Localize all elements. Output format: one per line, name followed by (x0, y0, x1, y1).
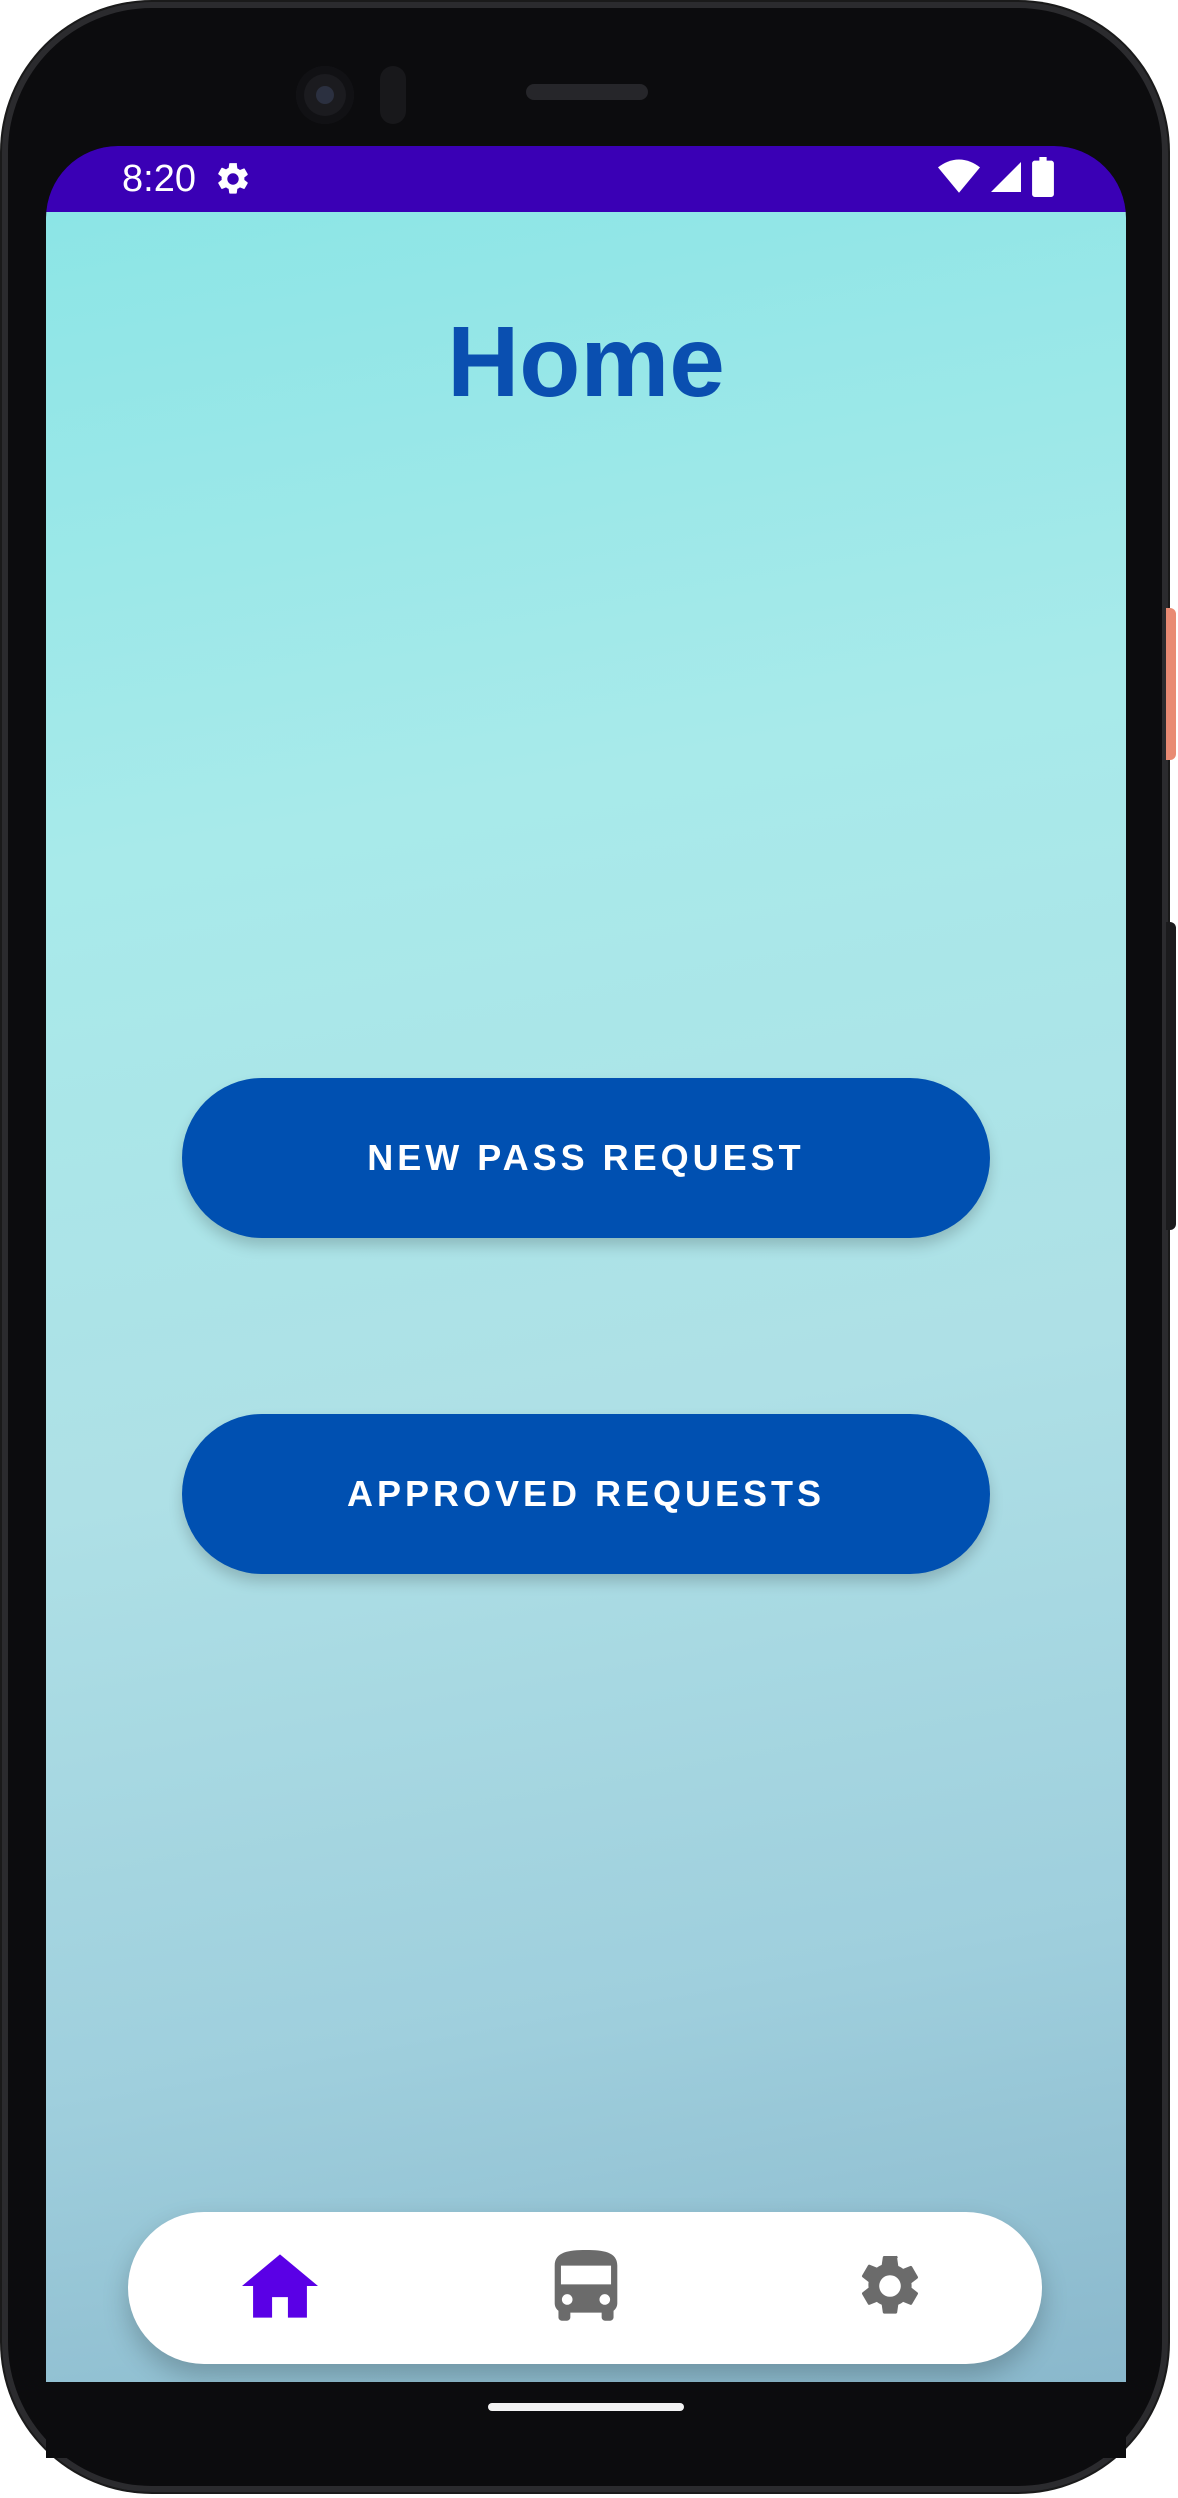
status-time: 8:20 (122, 158, 196, 200)
cell-signal-icon (988, 159, 1024, 200)
bus-icon (554, 2249, 618, 2327)
status-icons (938, 156, 1054, 202)
approved-requests-button[interactable]: APPROVED REQUESTS (182, 1414, 990, 1574)
new-pass-request-button[interactable]: NEW PASS REQUEST (182, 1078, 990, 1238)
proximity-sensor (380, 66, 406, 124)
nav-settings[interactable] (852, 2250, 928, 2326)
status-bar: 8:20 (46, 146, 1126, 212)
screen: 8:20 Home NEW PASS REQUEST APPROVED REQU… (46, 146, 1126, 2382)
home-gesture-handle[interactable] (488, 2403, 684, 2411)
bottom-navigation (128, 2212, 1042, 2364)
system-navigation-bar (46, 2382, 1126, 2458)
volume-rocker (1166, 922, 1176, 1230)
gear-icon (214, 160, 252, 198)
home-icon (242, 2253, 318, 2323)
page-title: Home (447, 306, 725, 418)
settings-icon (854, 2250, 926, 2327)
home-screen: Home NEW PASS REQUEST APPROVED REQUESTS (46, 212, 1126, 2382)
earpiece-speaker (526, 84, 648, 100)
nav-home[interactable] (242, 2250, 318, 2326)
battery-icon (1032, 156, 1054, 202)
wifi-icon (938, 159, 980, 200)
nav-bus[interactable] (548, 2249, 624, 2327)
front-camera (296, 66, 354, 124)
power-button (1166, 608, 1176, 760)
